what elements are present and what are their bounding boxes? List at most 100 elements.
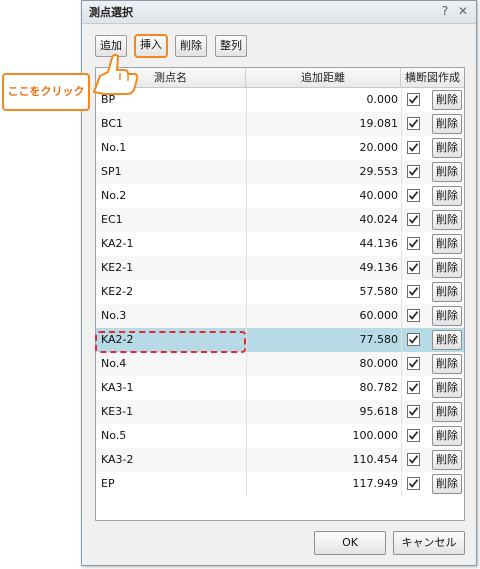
distance-cell: 44.136 — [359, 237, 399, 250]
help-icon[interactable]: ? — [438, 4, 452, 18]
title-bar: 測点選択 ? ✕ — [82, 1, 476, 24]
column-divider — [401, 304, 402, 328]
cross-section-checkbox[interactable] — [407, 309, 420, 322]
table-row[interactable]: SP1 29.553 削除 — [96, 160, 464, 184]
column-divider — [401, 400, 402, 424]
row-delete-button[interactable]: 削除 — [432, 258, 462, 278]
cross-section-checkbox[interactable] — [407, 189, 420, 202]
distance-cell: 40.024 — [359, 213, 399, 226]
row-delete-button[interactable]: 削除 — [432, 138, 462, 158]
column-divider — [401, 232, 402, 256]
cross-section-checkbox[interactable] — [407, 213, 420, 226]
distance-cell: 57.580 — [359, 285, 399, 298]
point-name-cell: No.3 — [101, 309, 127, 322]
delete-button[interactable]: 削除 — [175, 35, 207, 57]
table-row[interactable]: BP 0.000 削除 — [96, 88, 464, 112]
dialog-title: 測点選択 — [89, 6, 133, 19]
column-divider — [401, 328, 402, 352]
point-name-cell: KE2-1 — [101, 261, 134, 274]
row-delete-button[interactable]: 削除 — [432, 354, 462, 374]
table-row[interactable]: KA3-1 80.782 削除 — [96, 376, 464, 400]
point-name-cell: KA2-1 — [101, 237, 134, 250]
point-name-cell: No.1 — [101, 141, 127, 154]
column-divider — [401, 376, 402, 400]
point-name-cell: KE3-1 — [101, 405, 134, 418]
table-row[interactable]: KE3-1 95.618 削除 — [96, 400, 464, 424]
point-name-cell: KA3-2 — [101, 453, 134, 466]
cross-section-checkbox[interactable] — [407, 165, 420, 178]
cross-section-checkbox[interactable] — [407, 93, 420, 106]
table-header: 測点名 追加距離 横断図作成 — [96, 68, 464, 88]
table-row[interactable]: No.2 40.000 削除 — [96, 184, 464, 208]
row-delete-button[interactable]: 削除 — [432, 114, 462, 134]
column-header-distance[interactable]: 追加距離 — [246, 68, 401, 87]
row-delete-button[interactable]: 削除 — [432, 474, 462, 494]
row-delete-button[interactable]: 削除 — [432, 378, 462, 398]
cross-section-checkbox[interactable] — [407, 117, 420, 130]
cancel-button[interactable]: キャンセル — [393, 531, 465, 555]
row-delete-button[interactable]: 削除 — [432, 306, 462, 326]
column-header-cross-section[interactable]: 横断図作成 — [401, 68, 464, 87]
row-delete-button[interactable]: 削除 — [432, 90, 462, 110]
point-name-cell: EC1 — [101, 213, 123, 226]
row-delete-button[interactable]: 削除 — [432, 450, 462, 470]
point-name-cell: No.5 — [101, 429, 127, 442]
distance-cell: 29.553 — [359, 165, 399, 178]
close-icon[interactable]: ✕ — [456, 4, 470, 18]
table-row[interactable]: No.3 60.000 削除 — [96, 304, 464, 328]
table-row[interactable]: No.5 100.000 削除 — [96, 424, 464, 448]
column-divider — [401, 280, 402, 304]
table-row[interactable]: BC1 19.081 削除 — [96, 112, 464, 136]
cross-section-checkbox[interactable] — [407, 453, 420, 466]
row-delete-button[interactable]: 削除 — [432, 210, 462, 230]
table-row[interactable]: KA3-2 110.454 削除 — [96, 448, 464, 472]
point-name-cell: BC1 — [101, 117, 124, 130]
column-divider — [401, 448, 402, 472]
column-divider — [401, 184, 402, 208]
distance-cell: 60.000 — [359, 309, 399, 322]
distance-cell: 100.000 — [352, 429, 399, 442]
cross-section-checkbox[interactable] — [407, 477, 420, 490]
cross-section-checkbox[interactable] — [407, 261, 420, 274]
table-row[interactable]: No.4 80.000 削除 — [96, 352, 464, 376]
row-delete-button[interactable]: 削除 — [432, 426, 462, 446]
cross-section-checkbox[interactable] — [407, 333, 420, 346]
distance-cell: 117.949 — [352, 477, 399, 490]
column-divider — [401, 256, 402, 280]
distance-cell: 19.081 — [359, 117, 399, 130]
column-divider — [401, 136, 402, 160]
ok-button[interactable]: OK — [314, 531, 386, 555]
row-delete-button[interactable]: 削除 — [432, 162, 462, 182]
cross-section-checkbox[interactable] — [407, 405, 420, 418]
cross-section-checkbox[interactable] — [407, 141, 420, 154]
row-delete-button[interactable]: 削除 — [432, 402, 462, 422]
cross-section-checkbox[interactable] — [407, 237, 420, 250]
column-divider — [401, 424, 402, 448]
table-row[interactable]: KA2-1 44.136 削除 — [96, 232, 464, 256]
table-row[interactable]: EC1 40.024 削除 — [96, 208, 464, 232]
cross-section-checkbox[interactable] — [407, 285, 420, 298]
cross-section-checkbox[interactable] — [407, 381, 420, 394]
row-delete-button[interactable]: 削除 — [432, 330, 462, 350]
click-here-callout: ここをクリック — [2, 73, 90, 111]
distance-cell: 20.000 — [359, 141, 399, 154]
row-delete-button[interactable]: 削除 — [432, 186, 462, 206]
pointing-hand-icon — [93, 53, 139, 95]
distance-cell: 40.000 — [359, 189, 399, 202]
row-delete-button[interactable]: 削除 — [432, 282, 462, 302]
cross-section-checkbox[interactable] — [407, 429, 420, 442]
table-row[interactable]: KE2-2 57.580 削除 — [96, 280, 464, 304]
distance-cell: 80.000 — [359, 357, 399, 370]
distance-cell: 77.580 — [359, 333, 399, 346]
column-divider — [401, 472, 402, 496]
cross-section-checkbox[interactable] — [407, 357, 420, 370]
sort-button[interactable]: 整列 — [215, 35, 247, 57]
point-name-cell: EP — [101, 477, 115, 490]
table-row[interactable]: EP 117.949 削除 — [96, 472, 464, 496]
column-divider — [401, 208, 402, 232]
distance-cell: 95.618 — [359, 405, 399, 418]
row-delete-button[interactable]: 削除 — [432, 234, 462, 254]
table-row[interactable]: No.1 20.000 削除 — [96, 136, 464, 160]
table-row[interactable]: KE2-1 49.136 削除 — [96, 256, 464, 280]
column-divider — [401, 88, 402, 112]
